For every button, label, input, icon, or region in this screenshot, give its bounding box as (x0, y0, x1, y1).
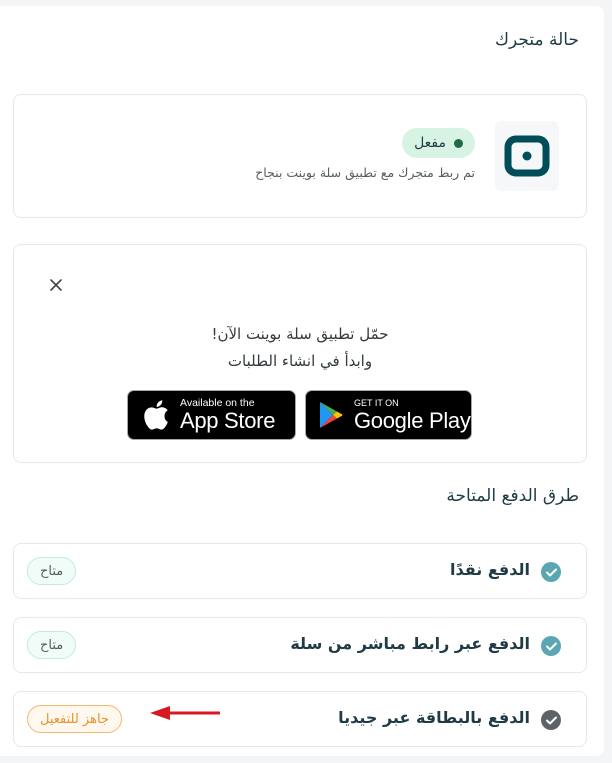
download-line-2: وابدأ في انشاء الطلبات (227, 352, 373, 370)
close-icon (50, 279, 62, 291)
active-dot-icon (454, 138, 463, 148)
available-badge: متاح (27, 631, 77, 659)
google-play-small-label: GET IT ON (354, 397, 399, 408)
available-badge: متاح (27, 557, 77, 585)
status-badge: مفعل (402, 128, 475, 158)
main-panel: حالة متجرك مفعل تم ربط متجرك مع تطبيق سل… (0, 6, 604, 756)
apple-icon (144, 400, 168, 430)
check-circle-icon (541, 562, 561, 582)
payment-method-label: الدفع عبر رابط مباشر من سلة (290, 634, 530, 653)
google-play-big-label: Google Play (354, 407, 471, 433)
download-app-card: حمّل تطبيق سلة بوينت الآن! وابدأ في انشا… (13, 244, 587, 463)
google-play-button[interactable]: GET IT ON Google Play (305, 390, 472, 440)
annotation-arrow-icon (150, 706, 220, 720)
google-play-icon (320, 402, 343, 428)
payment-method-label: الدفع نقدًا (450, 560, 530, 579)
payment-method-row[interactable]: الدفع عبر رابط مباشر من سلة متاح (13, 617, 587, 673)
store-status-title: حالة متجرك (495, 30, 579, 50)
download-message: حمّل تطبيق سلة بوينت الآن! وابدأ في انشا… (14, 321, 586, 375)
payment-method-label: الدفع بالبطاقة عبر جيديا (338, 708, 530, 727)
payment-method-row[interactable]: الدفع نقدًا متاح (13, 543, 587, 599)
check-circle-icon (541, 636, 561, 656)
app-store-small-label: Available on the (180, 396, 255, 409)
payment-method-row[interactable]: الدفع بالبطاقة عبر جيديا جاهز للتفعيل (13, 691, 587, 747)
status-badge-label: مفعل (414, 135, 446, 151)
close-button[interactable] (46, 275, 66, 295)
status-description: تم ربط متجرك مع تطبيق سلة بوينت بنجاح (255, 165, 475, 180)
salla-point-logo (495, 121, 559, 191)
payment-methods-title: طرق الدفع المتاحة (446, 486, 579, 506)
check-circle-icon (541, 710, 561, 730)
ready-to-activate-badge[interactable]: جاهز للتفعيل (27, 705, 122, 733)
store-status-card: مفعل تم ربط متجرك مع تطبيق سلة بوينت بنج… (13, 94, 587, 218)
download-line-1: حمّل تطبيق سلة بوينت الآن! (211, 325, 389, 343)
salla-point-logo-icon (504, 135, 550, 177)
app-store-big-label: App Store (180, 408, 276, 434)
app-store-button[interactable]: Available on the App Store (127, 390, 296, 440)
